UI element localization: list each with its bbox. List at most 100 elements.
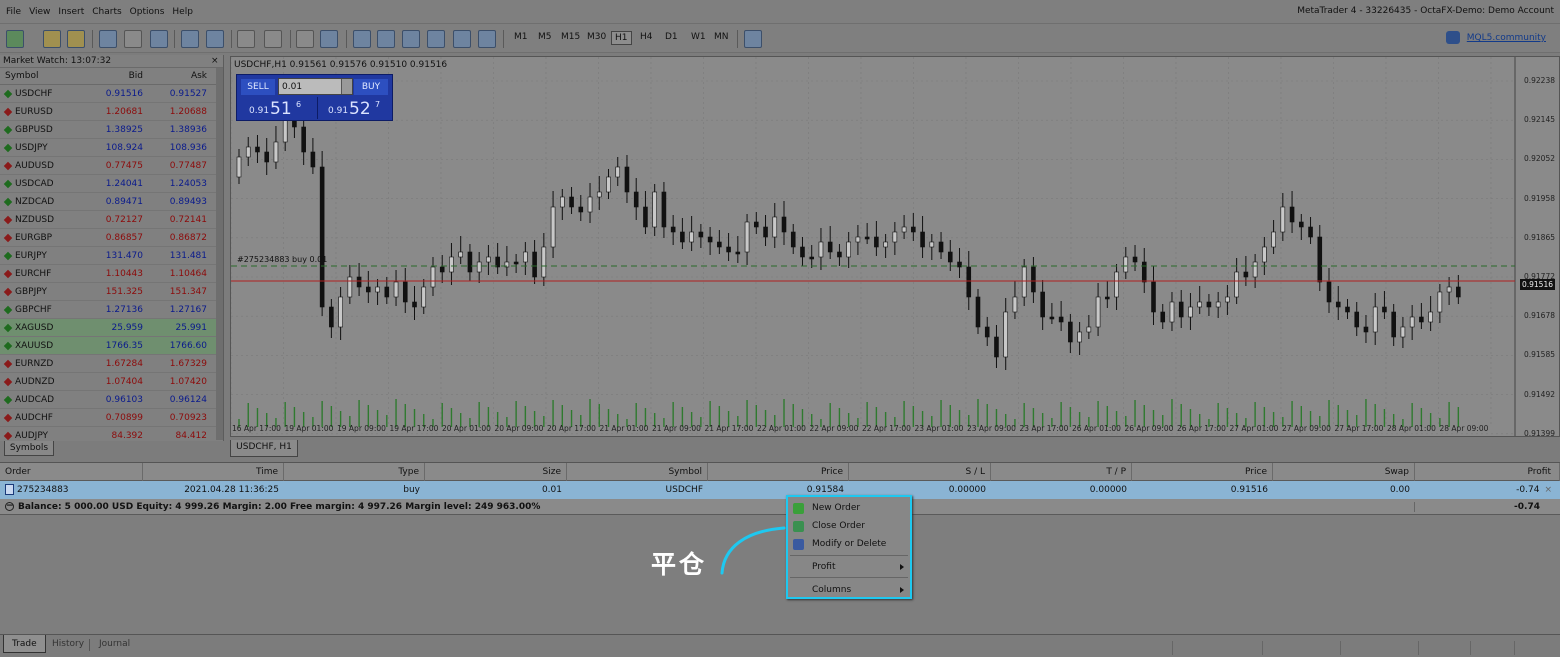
tf-w1[interactable]: W1: [688, 31, 709, 43]
col-bid[interactable]: Bid: [82, 71, 146, 81]
col-type[interactable]: Type: [284, 462, 425, 481]
objects-icon[interactable]: [478, 29, 496, 49]
menu-options[interactable]: Options: [126, 7, 169, 17]
new-chart-icon[interactable]: [6, 29, 24, 49]
sell-button[interactable]: SELL: [241, 79, 275, 95]
trendline-icon[interactable]: [402, 29, 420, 49]
navigator-icon[interactable]: [67, 29, 85, 49]
tf-m5[interactable]: M5: [535, 31, 555, 43]
zoom-in-icon[interactable]: [181, 29, 199, 49]
menu-charts[interactable]: Charts: [88, 7, 125, 17]
order-row[interactable]: 275234883 2021.04.28 11:36:25 buy 0.01 U…: [0, 481, 1560, 499]
tf-m1[interactable]: M1: [511, 31, 531, 43]
text-label-icon[interactable]: [427, 29, 445, 49]
menu-insert[interactable]: Insert: [54, 7, 88, 17]
ask-price: 0.96124: [169, 394, 207, 405]
symbol-name: NZDUSD: [15, 214, 55, 225]
market-watch-row[interactable]: USDCHF 0.91516 0.91527: [0, 85, 223, 103]
horizontal-line-icon[interactable]: [377, 29, 395, 49]
market-watch-row[interactable]: EURCHF 1.10443 1.10464: [0, 265, 223, 283]
collapse-icon[interactable]: −: [5, 502, 14, 511]
market-watch-row[interactable]: EURUSD 1.20681 1.20688: [0, 103, 223, 121]
time-axis-label: 19 Apr 09:00: [337, 424, 386, 433]
profiles-icon[interactable]: [43, 29, 61, 49]
market-watch-scrollbar[interactable]: [216, 68, 223, 440]
market-watch-row[interactable]: AUDCHF 0.70899 0.70923: [0, 409, 223, 427]
market-watch-row[interactable]: EURJPY 131.470 131.481: [0, 247, 223, 265]
crosshair-icon[interactable]: [320, 29, 338, 49]
menu-file[interactable]: File: [0, 7, 25, 17]
menu-modify-delete[interactable]: Modify or Delete: [788, 535, 910, 553]
menu-profit[interactable]: Profit: [788, 558, 910, 576]
tf-h4[interactable]: H4: [637, 31, 656, 43]
close-icon[interactable]: ×: [211, 57, 219, 66]
buy-button[interactable]: BUY: [354, 79, 388, 95]
candlestick-icon[interactable]: [124, 29, 142, 49]
time-axis-label: 26 Apr 01:00: [1072, 424, 1121, 433]
col-price[interactable]: Price: [708, 462, 849, 481]
tf-d1[interactable]: D1: [662, 31, 681, 43]
col-size[interactable]: Size: [425, 462, 567, 481]
col-ask[interactable]: Ask: [146, 71, 210, 81]
mql5-link[interactable]: MQL5.community: [1467, 33, 1546, 43]
cursor-icon[interactable]: [296, 29, 314, 49]
tf-h1[interactable]: H1: [611, 31, 632, 45]
lot-spinner[interactable]: [341, 79, 352, 94]
price-axis-label: 0.91678: [1523, 311, 1555, 321]
buy-price[interactable]: 0.91 52 7: [317, 97, 393, 119]
buy-price-prefix: 0.91: [328, 106, 349, 116]
tf-m15[interactable]: M15: [558, 31, 583, 43]
tf-m30[interactable]: M30: [584, 31, 609, 43]
symbol-cell: GBPJPY: [0, 287, 82, 297]
col-sl[interactable]: S / L: [849, 462, 991, 481]
chart-tab[interactable]: USDCHF, H1: [230, 440, 298, 457]
tf-mn[interactable]: MN: [711, 31, 732, 43]
lot-size-input[interactable]: 0.01: [278, 78, 353, 95]
col-current-price[interactable]: Price: [1132, 462, 1273, 481]
menu-help[interactable]: Help: [168, 7, 197, 17]
col-order[interactable]: Order: [0, 462, 143, 481]
chart-shift-icon[interactable]: [264, 29, 282, 49]
col-tp[interactable]: T / P: [991, 462, 1132, 481]
tab-history[interactable]: History: [44, 635, 92, 653]
fibonacci-icon[interactable]: [453, 29, 471, 49]
market-watch-row[interactable]: NZDUSD 0.72127 0.72141: [0, 211, 223, 229]
market-watch-row[interactable]: NZDCAD 0.89471 0.89493: [0, 193, 223, 211]
market-watch-row[interactable]: GBPJPY 151.325 151.347: [0, 283, 223, 301]
sell-price[interactable]: 0.91 51 6: [239, 97, 315, 119]
market-watch-row[interactable]: XAUUSD 1766.35 1766.60: [0, 337, 223, 355]
col-symbol[interactable]: Symbol: [567, 462, 708, 481]
line-chart-icon[interactable]: [150, 29, 168, 49]
arrow-up-icon: [3, 395, 13, 404]
market-watch-row[interactable]: USDCAD 1.24041 1.24053: [0, 175, 223, 193]
market-watch-row[interactable]: GBPUSD 1.38925 1.38936: [0, 121, 223, 139]
close-order-icon[interactable]: ×: [1544, 485, 1552, 495]
market-watch-row[interactable]: EURGBP 0.86857 0.86872: [0, 229, 223, 247]
market-watch-row[interactable]: GBPCHF 1.27136 1.27167: [0, 301, 223, 319]
col-swap[interactable]: Swap: [1273, 462, 1415, 481]
market-watch-row[interactable]: XAGUSD 25.959 25.991: [0, 319, 223, 337]
chart-window[interactable]: USDCHF,H1 0.91561 0.91576 0.91510 0.9151…: [230, 56, 1560, 437]
columns-icon: [793, 585, 804, 596]
menu-new-order[interactable]: New Order: [788, 499, 910, 517]
menu-view[interactable]: View: [25, 7, 54, 17]
fullscreen-icon[interactable]: [744, 29, 762, 49]
autoscroll-icon[interactable]: [237, 29, 255, 49]
vertical-line-icon[interactable]: [353, 29, 371, 49]
zoom-out-icon[interactable]: [206, 29, 224, 49]
market-watch-row[interactable]: EURNZD 1.67284 1.67329: [0, 355, 223, 373]
symbol-name: AUDJPY: [15, 430, 49, 441]
col-time[interactable]: Time: [143, 462, 284, 481]
bar-chart-icon[interactable]: [99, 29, 117, 49]
market-watch-row[interactable]: AUDCAD 0.96103 0.96124: [0, 391, 223, 409]
menu-close-order[interactable]: Close Order: [788, 517, 910, 535]
col-profit[interactable]: Profit: [1415, 462, 1560, 481]
tab-journal[interactable]: Journal: [91, 635, 138, 653]
col-symbol[interactable]: Symbol: [0, 71, 82, 81]
menu-columns[interactable]: Columns: [788, 581, 910, 599]
market-watch-row[interactable]: AUDUSD 0.77475 0.77487: [0, 157, 223, 175]
tab-trade[interactable]: Trade: [3, 635, 46, 653]
market-watch-row[interactable]: AUDNZD 1.07404 1.07420: [0, 373, 223, 391]
market-watch-row[interactable]: USDJPY 108.924 108.936: [0, 139, 223, 157]
tab-symbols[interactable]: Symbols: [4, 441, 54, 456]
